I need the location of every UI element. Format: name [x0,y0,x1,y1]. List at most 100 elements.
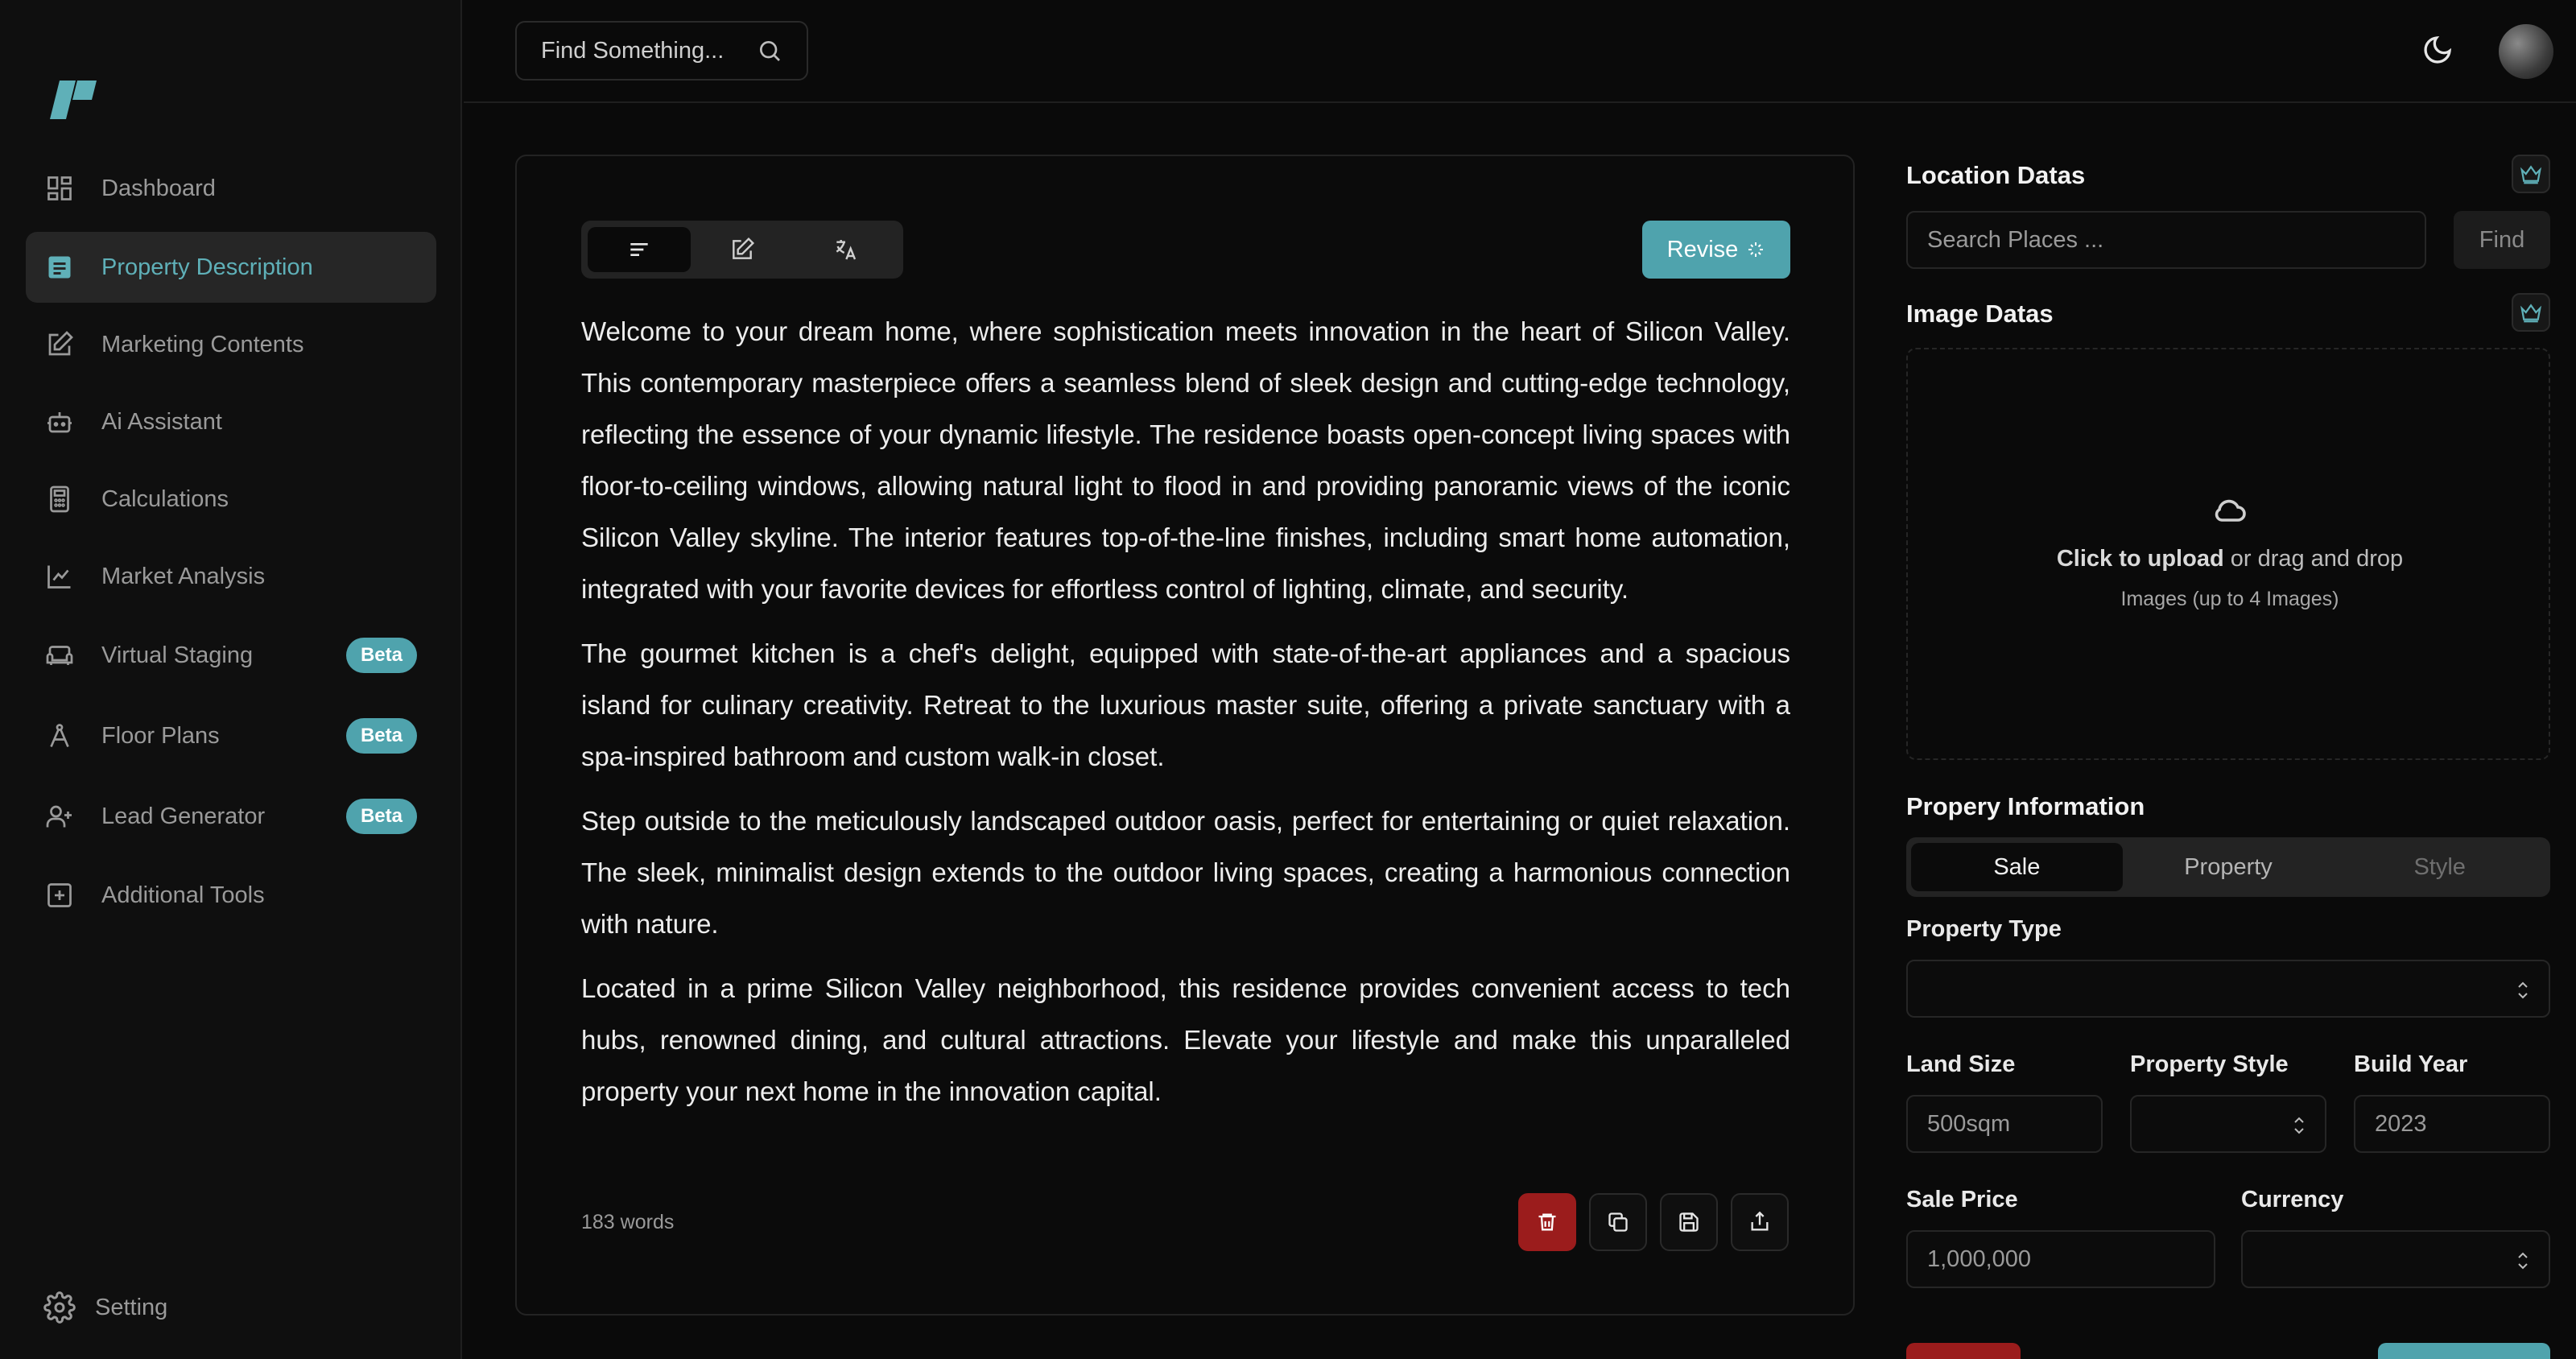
sidebar-item-label: Calculations [101,485,229,512]
moon-icon[interactable] [2421,34,2454,66]
sidebar-item-label: Additional Tools [101,882,265,908]
chevron-up-down-icon [2294,1117,2304,1134]
share-button[interactable] [1731,1193,1789,1251]
sidebar-item-dashboard[interactable]: Dashboard [26,153,436,224]
gear-icon [43,1291,76,1324]
currency-select[interactable] [2241,1230,2550,1288]
word-count: 183 words [581,1211,675,1233]
search-places-placeholder: Search Places ... [1927,226,2104,253]
click-to-upload: Click to upload [2056,546,2224,572]
sidebar-item-marketing-contents[interactable]: Marketing Contents [26,309,436,380]
calculator-icon [43,483,76,515]
property-info-tabs: Sale Property Style [1906,837,2550,897]
find-button[interactable]: Find [2454,211,2550,269]
top-header: Find Something... [464,0,2576,103]
share-icon [1751,1211,1769,1231]
sidebar-item-additional-tools[interactable]: Additional Tools [26,860,436,931]
sidebar-item-label: Dashboard [101,175,216,201]
dashboard-icon [43,172,76,204]
copy-icon [1608,1212,1628,1232]
tab-translate[interactable] [794,227,897,272]
delete-button[interactable] [1518,1193,1576,1251]
tab-sale[interactable]: Sale [1911,843,2123,891]
sale-price-value: 1,000,000 [1927,1245,2032,1272]
cloud-icon [2215,499,2246,522]
drag-drop-text: or drag and drop [2223,546,2404,572]
description-text[interactable]: Welcome to your dream home, where sophis… [581,306,1790,1130]
sale-price-field[interactable]: 1,000,000 [1906,1230,2215,1288]
property-style-label: Property Style [2130,1051,2289,1077]
tab-style[interactable]: Style [2334,843,2545,891]
search-places-input[interactable]: Search Places ... [1906,211,2426,269]
property-style-select[interactable] [2130,1095,2326,1153]
beta-badge: Beta [345,718,417,754]
paragraph: Step outside to the meticulously landsca… [581,806,1790,939]
revise-button[interactable]: Revise [1642,221,1790,279]
upload-hint: Images (up to 4 Images) [2120,588,2339,610]
currency-label: Currency [2241,1187,2344,1212]
property-type-select[interactable] [1906,960,2550,1018]
sidebar-item-virtual-staging[interactable]: Virtual Staging Beta [26,620,436,691]
build-year-field[interactable]: 2023 [2354,1095,2550,1153]
paragraph: Located in a prime Silicon Valley neighb… [581,973,1790,1106]
crown-icon [2520,165,2542,184]
sidebar-item-property-description[interactable]: Property Description [26,232,436,303]
user-plus-icon [43,800,76,832]
editor-actions [1518,1193,1789,1251]
search-input[interactable]: Find Something... [515,21,808,81]
search-icon [760,41,780,61]
sidebar-item-lead-generator[interactable]: Lead Generator Beta [26,781,436,852]
save-button[interactable] [1660,1193,1718,1251]
chevron-up-down-icon [2518,1252,2528,1270]
generate-button[interactable] [2378,1343,2550,1359]
find-label: Find [2479,226,2525,253]
reset-button[interactable] [1906,1343,2021,1359]
app-logo[interactable] [48,77,100,122]
avatar[interactable] [2499,24,2553,79]
land-size-field[interactable]: 500sqm [1906,1095,2103,1153]
save-icon [1679,1212,1699,1232]
sidebar-item-floor-plans[interactable]: Floor Plans Beta [26,700,436,771]
tab-property[interactable]: Property [2123,843,2334,891]
tab-edit[interactable] [691,227,794,272]
premium-location-button[interactable] [2512,155,2550,193]
land-size-value: 500sqm [1927,1110,2011,1137]
edit-icon [43,328,76,361]
sidebar-item-label: Lead Generator [101,803,266,829]
location-datas-title: Location Datas [1906,161,2086,189]
sidebar-item-label: Property Description [101,254,313,280]
upload-instruction: Click to upload or drag and drop [1908,546,2552,572]
sidebar-item-setting[interactable]: Setting [43,1291,167,1324]
property-information-title: Propery Information [1906,792,2145,820]
revise-label: Revise [1666,236,1739,262]
paragraph: Welcome to your dream home, where sophis… [581,316,1790,604]
document-icon [43,251,76,283]
sparkle-icon [1748,242,1764,257]
sidebar-item-calculations[interactable]: Calculations [26,464,436,535]
image-datas-title: Image Datas [1906,299,2054,328]
trash-icon [1538,1213,1556,1231]
sidebar: Dashboard Property Description Marketing… [0,0,462,1359]
edit-icon [733,237,755,259]
sofa-icon [43,639,76,671]
sidebar-item-label: Market Analysis [101,563,266,589]
logo-icon [50,81,97,119]
build-year-value: 2023 [2375,1110,2427,1137]
sidebar-item-ai-assistant[interactable]: Ai Assistant [26,386,436,457]
sidebar-item-label: Ai Assistant [101,408,222,435]
align-left-icon [630,243,648,256]
premium-image-button[interactable] [2512,293,2550,332]
beta-badge: Beta [345,638,417,673]
paragraph: The gourmet kitchen is a chef's delight,… [581,638,1790,771]
copy-button[interactable] [1589,1193,1647,1251]
land-size-label: Land Size [1906,1051,2016,1077]
plus-square-icon [43,879,76,911]
compass-icon [43,720,76,752]
tab-text[interactable] [588,227,691,272]
build-year-label: Build Year [2354,1051,2468,1077]
image-dropzone[interactable]: Click to upload or drag and drop Images … [1906,348,2550,760]
property-type-label: Property Type [1906,916,2062,942]
editor-mode-tabs [581,221,903,279]
setting-label: Setting [95,1294,168,1320]
sidebar-item-market-analysis[interactable]: Market Analysis [26,541,436,612]
